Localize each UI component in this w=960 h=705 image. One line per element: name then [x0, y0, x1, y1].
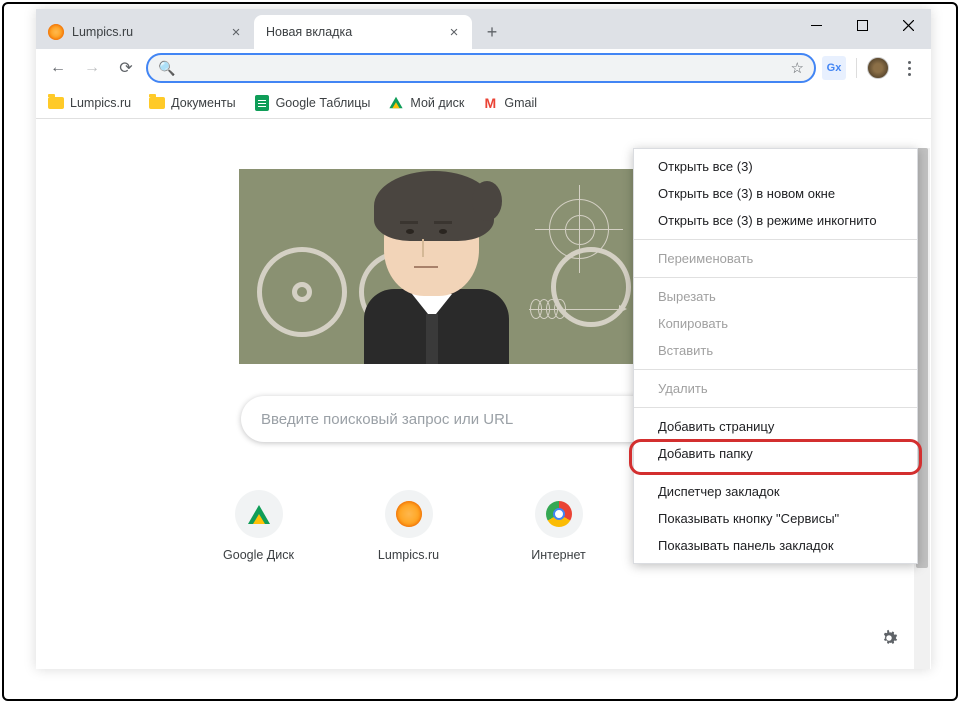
tab-title: Lumpics.ru — [72, 25, 228, 39]
tab-lumpics[interactable]: Lumpics.ru × — [36, 15, 254, 49]
address-bar[interactable]: 🔍 ☆ — [146, 53, 816, 83]
ctx-cut: Вырезать — [634, 283, 917, 310]
favicon-icon — [48, 24, 64, 40]
bookmarks-bar: Lumpics.ru Документы Google Таблицы Мой … — [36, 87, 931, 119]
search-placeholder: Введите поисковый запрос или URL — [261, 411, 513, 428]
bookmark-drive[interactable]: Мой диск — [388, 95, 464, 111]
bookmark-label: Документы — [171, 96, 235, 110]
menu-button[interactable] — [895, 61, 923, 76]
chrome-icon — [535, 490, 583, 538]
ctx-copy: Копировать — [634, 310, 917, 337]
gmail-icon: M — [482, 95, 498, 111]
bookmark-sheets[interactable]: Google Таблицы — [254, 95, 371, 111]
separator — [634, 277, 917, 278]
ctx-paste: Вставить — [634, 337, 917, 364]
translate-icon[interactable]: Gx — [822, 56, 846, 80]
drive-icon — [235, 490, 283, 538]
folder-icon — [149, 95, 165, 111]
star-icon[interactable]: ☆ — [791, 59, 804, 77]
ctx-show-bookmarks-bar[interactable]: Показывать панель закладок — [634, 532, 917, 559]
ctx-open-all-incognito[interactable]: Открыть все (3) в режиме инкогнито — [634, 207, 917, 234]
separator — [634, 369, 917, 370]
tab-new-tab[interactable]: Новая вкладка × — [254, 15, 472, 49]
maximize-button[interactable] — [839, 9, 885, 41]
separator — [856, 58, 857, 78]
shortcut-internet[interactable]: Интернет — [509, 490, 609, 562]
orange-icon — [385, 490, 433, 538]
titlebar: Lumpics.ru × Новая вкладка × + — [36, 9, 931, 49]
shortcut-drive[interactable]: Google Диск — [209, 490, 309, 562]
close-button[interactable] — [885, 9, 931, 41]
separator — [634, 472, 917, 473]
back-button[interactable]: ← — [44, 54, 72, 82]
ctx-open-all-new-window[interactable]: Открыть все (3) в новом окне — [634, 180, 917, 207]
drive-icon — [388, 95, 404, 111]
bookmark-label: Gmail — [504, 96, 537, 110]
bookmark-gmail[interactable]: M Gmail — [482, 95, 537, 111]
ctx-rename: Переименовать — [634, 245, 917, 272]
bookmark-label: Мой диск — [410, 96, 464, 110]
shortcut-label: Lumpics.ru — [354, 548, 464, 562]
minimize-button[interactable] — [793, 9, 839, 41]
context-menu: Открыть все (3) Открыть все (3) в новом … — [633, 148, 918, 564]
ctx-open-all[interactable]: Открыть все (3) — [634, 153, 917, 180]
bookmark-label: Lumpics.ru — [70, 96, 131, 110]
avatar[interactable] — [867, 57, 889, 79]
shortcut-label: Интернет — [504, 548, 614, 562]
separator — [634, 407, 917, 408]
sheets-icon — [254, 95, 270, 111]
ctx-delete: Удалить — [634, 375, 917, 402]
reload-button[interactable]: ⟳ — [112, 54, 140, 82]
forward-button[interactable]: → — [78, 54, 106, 82]
shortcut-label: Google Диск — [204, 548, 314, 562]
ctx-add-folder[interactable]: Добавить папку — [634, 440, 917, 467]
shortcut-lumpics[interactable]: Lumpics.ru — [359, 490, 459, 562]
close-icon[interactable]: × — [228, 24, 244, 40]
bookmark-label: Google Таблицы — [276, 96, 371, 110]
new-tab-button[interactable]: + — [478, 18, 506, 46]
separator — [634, 239, 917, 240]
close-icon[interactable]: × — [446, 24, 462, 40]
tab-title: Новая вкладка — [266, 25, 446, 39]
search-icon: 🔍 — [158, 60, 175, 77]
bookmark-lumpics[interactable]: Lumpics.ru — [48, 95, 131, 111]
ctx-bookmark-manager[interactable]: Диспетчер закладок — [634, 478, 917, 505]
folder-icon — [48, 95, 64, 111]
ctx-add-page[interactable]: Добавить страницу — [634, 413, 917, 440]
settings-gear-icon[interactable] — [878, 627, 900, 649]
toolbar: ← → ⟳ 🔍 ☆ Gx — [36, 49, 931, 87]
bookmark-documents[interactable]: Документы — [149, 95, 235, 111]
ctx-show-apps-button[interactable]: Показывать кнопку "Сервисы" — [634, 505, 917, 532]
